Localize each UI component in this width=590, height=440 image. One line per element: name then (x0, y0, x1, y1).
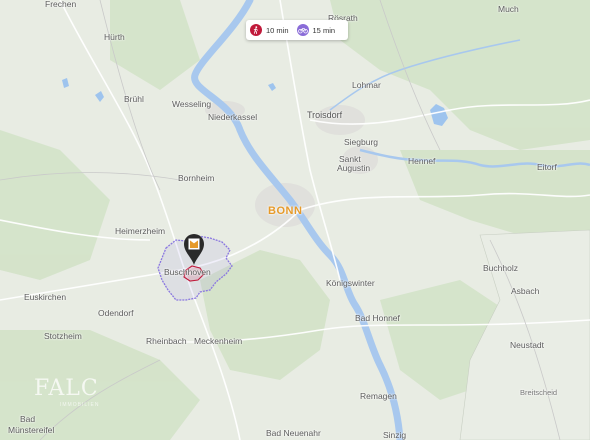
place-label-bornheim: Bornheim (178, 173, 215, 183)
map-base-layer (0, 0, 590, 440)
place-label-sinzig: Sinzig (383, 430, 407, 440)
bicycle-icon (296, 24, 309, 36)
place-label-rheinbach: Rheinbach (146, 336, 187, 346)
place-label-troisdorf: Troisdorf (307, 110, 343, 120)
brand-watermark-logo: FALC (34, 376, 99, 401)
place-label-asbach: Asbach (511, 286, 540, 296)
place-label-hennef: Hennef (408, 156, 436, 166)
place-label-stotzheim: Stotzheim (44, 331, 82, 341)
place-label-wesseling: Wesseling (172, 99, 212, 109)
place-label-bruhl: Brühl (124, 94, 144, 104)
map-view[interactable]: Frechen Hürth Rösrath Much Brühl Wesseli… (0, 0, 590, 440)
place-label-buschhoven: Buschhoven (164, 267, 211, 277)
place-label-hurth: Hürth (104, 32, 125, 42)
place-label-siegburg: Siegburg (344, 137, 379, 147)
place-label-bad: Bad (20, 414, 36, 424)
place-label-much: Much (498, 4, 519, 14)
place-label-eitorf: Eitorf (537, 162, 557, 172)
place-label-frechen: Frechen (45, 0, 77, 9)
legend-bike-label: 15 min (312, 25, 336, 35)
place-label-munstereifel: Münstereifel (8, 425, 55, 435)
walking-person-icon (250, 24, 262, 36)
place-label-lohmar: Lohmar (352, 80, 381, 90)
place-label-bonn: BONN (268, 205, 303, 217)
travel-time-legend: 10 min 15 min (246, 20, 348, 40)
place-label-buchholz: Buchholz (483, 263, 518, 273)
place-label-bad-honnef: Bad Honnef (355, 313, 400, 323)
legend-bike[interactable]: 15 min (296, 24, 336, 36)
place-label-breitscheid: Breitscheid (520, 388, 558, 397)
place-label-konigswinter: Königswinter (326, 278, 375, 288)
place-label-remagen: Remagen (360, 391, 397, 401)
place-label-meckenheim: Meckenheim (194, 336, 243, 346)
property-pin-icon[interactable] (182, 232, 206, 266)
place-label-heimerzheim: Heimerzheim (115, 226, 166, 236)
brand-logo-text: FALC (34, 376, 99, 401)
place-label-niederkassel: Niederkassel (208, 112, 258, 122)
place-label-bad-neuenahr: Bad Neuenahr (266, 428, 321, 438)
place-label-euskirchen: Euskirchen (24, 292, 67, 302)
legend-walk-label: 10 min (266, 25, 289, 35)
place-label-odendorf: Odendorf (98, 308, 134, 318)
place-label-neustadt: Neustadt (510, 340, 545, 350)
legend-walk[interactable]: 10 min (250, 24, 289, 36)
brand-watermark-tagline: IMMOBILIEN (60, 402, 100, 408)
place-label-augustin: Augustin (337, 163, 371, 173)
